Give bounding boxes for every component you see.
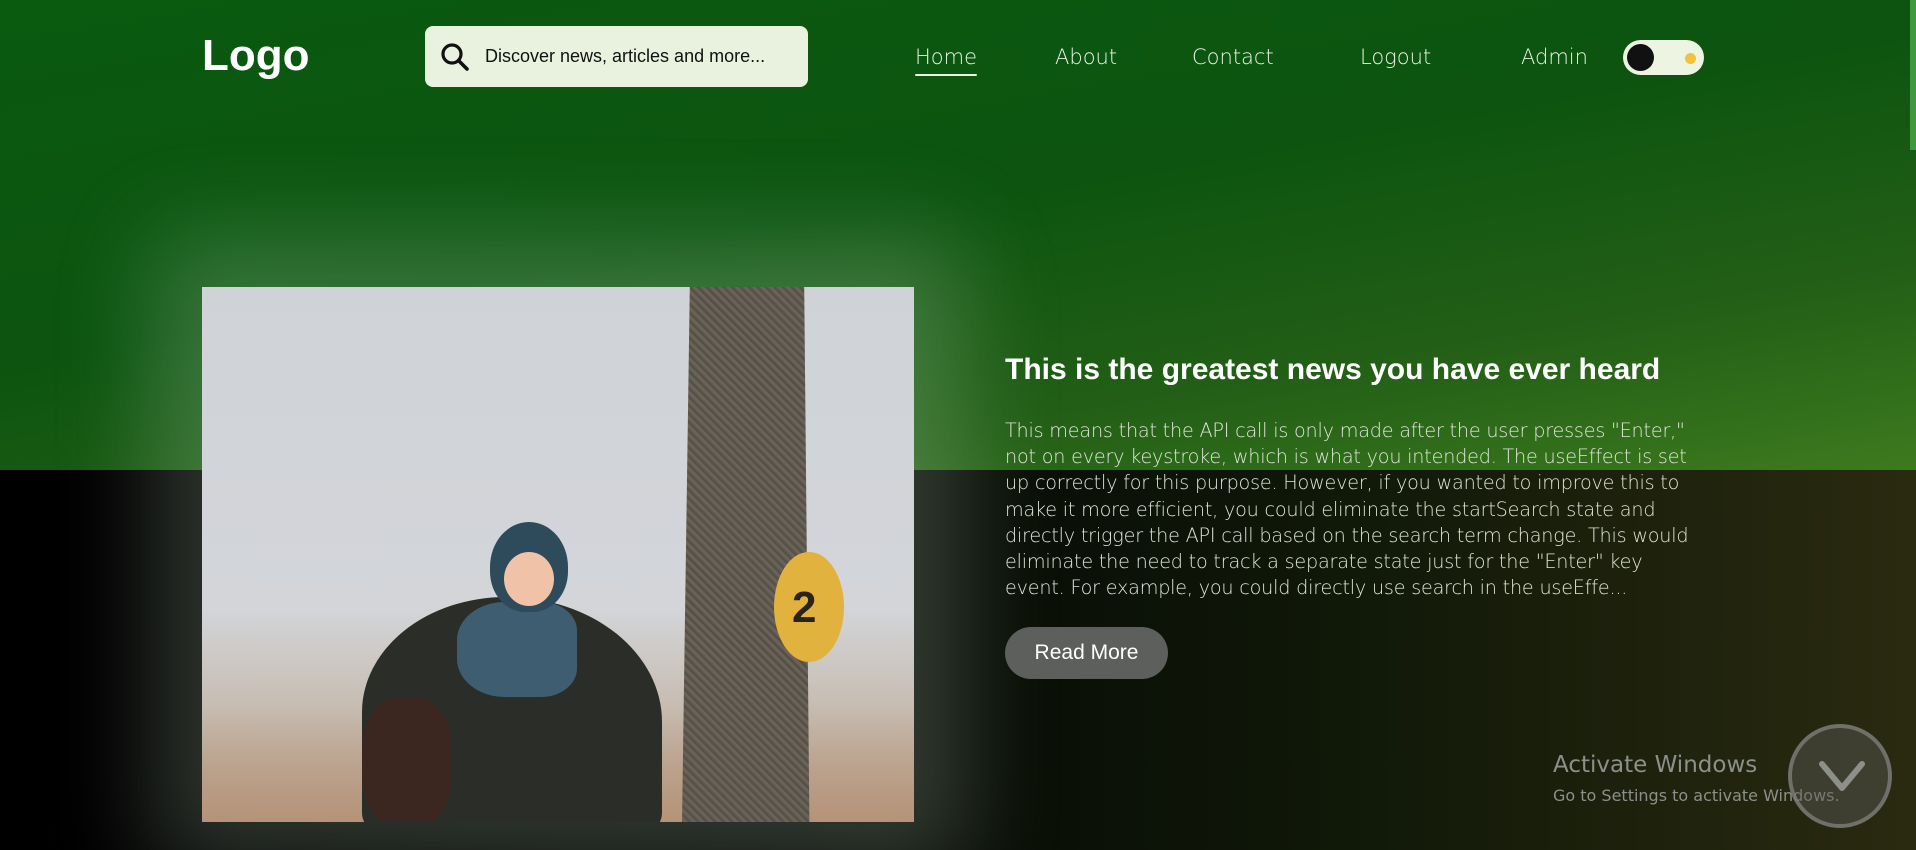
moon-knob — [1627, 44, 1654, 71]
adult-hair — [362, 697, 452, 822]
activate-windows-title: Activate Windows — [1553, 752, 1758, 778]
scrollbar-edge[interactable] — [1910, 0, 1916, 150]
article-image[interactable]: 2 — [202, 287, 914, 822]
site-logo[interactable]: Logo — [202, 30, 310, 82]
search-bar[interactable] — [425, 26, 808, 87]
article-title: This is the greatest news you have ever … — [1005, 353, 1661, 386]
article-excerpt: This means that the API call is only mad… — [1005, 419, 1689, 600]
read-more-button[interactable]: Read More — [1005, 627, 1168, 679]
search-icon[interactable] — [439, 41, 471, 73]
nav-contact[interactable]: Contact — [1192, 42, 1274, 72]
sun-icon — [1685, 53, 1696, 64]
theme-toggle[interactable] — [1623, 40, 1704, 75]
nav-home[interactable]: Home — [915, 42, 978, 76]
child-face — [504, 552, 554, 606]
concrete-pole — [682, 287, 810, 822]
pole-number: 2 — [792, 583, 817, 632]
nav-about[interactable]: About — [1055, 42, 1117, 72]
child-jacket — [457, 602, 577, 697]
search-input[interactable] — [485, 46, 785, 67]
chevron-down-icon — [1819, 761, 1865, 791]
nav-logout[interactable]: Logout — [1360, 42, 1431, 72]
nav-admin[interactable]: Admin — [1521, 42, 1588, 72]
scroll-down-button[interactable] — [1788, 724, 1892, 828]
